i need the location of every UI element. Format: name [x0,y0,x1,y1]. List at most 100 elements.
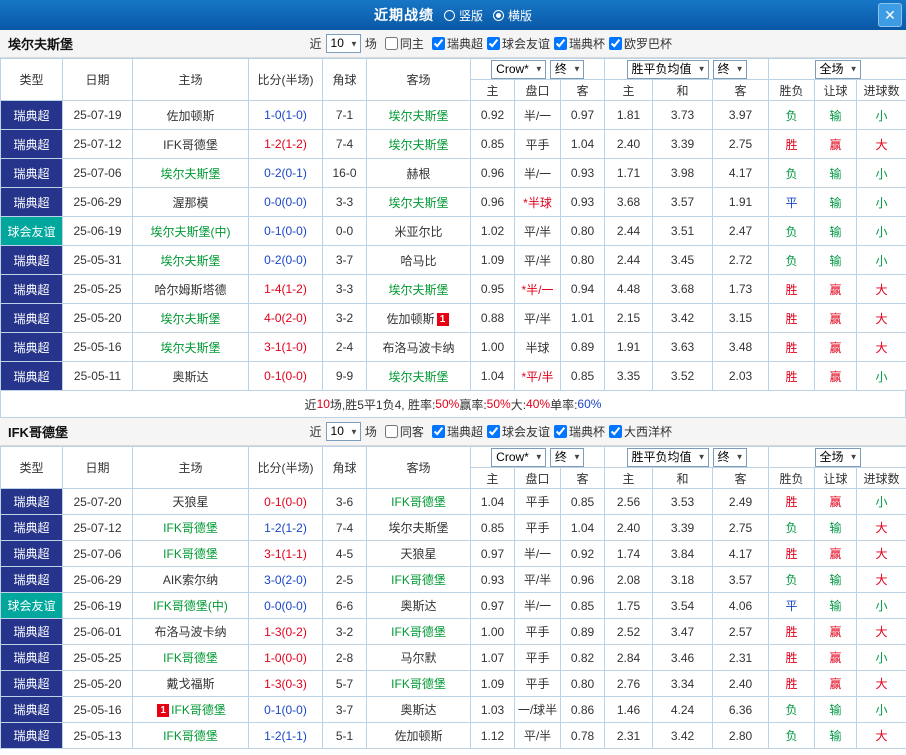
team-link[interactable]: 奥斯达 [400,703,436,717]
away-team[interactable]: IFK哥德堡 [366,488,471,515]
team-link[interactable]: 奥斯达 [400,599,436,613]
away-team[interactable]: 埃尔夫斯堡 [366,274,471,304]
avg-stage-select[interactable]: 终 [712,59,747,79]
recent-count-select[interactable]: 10 [325,34,361,53]
competition-checkbox-input[interactable] [553,424,567,438]
away-team[interactable]: 奥斯达 [366,592,471,619]
odds-stage-select[interactable]: 终 [549,59,584,79]
team-link[interactable]: IFK哥德堡 [163,521,218,535]
team-link[interactable]: 马尔默 [400,651,436,665]
home-team[interactable]: 埃尔夫斯堡 [132,303,249,333]
home-team[interactable]: 埃尔夫斯堡(中) [132,216,249,246]
layout-radio-horizontal[interactable]: 横版 [493,7,532,24]
team-link[interactable]: 佐加顿斯 [394,729,442,743]
competition-checkbox-input[interactable] [431,36,445,50]
competition-filter[interactable]: 瑞典杯 [553,35,605,52]
same-venue-checkbox-input[interactable] [384,37,398,50]
away-team[interactable]: IFK哥德堡 [366,670,471,697]
team-link[interactable]: 埃尔夫斯堡 [388,370,448,384]
team-link[interactable]: 布洛马波卡纳 [382,341,454,355]
team-link[interactable]: IFK哥德堡 [391,495,446,509]
home-team[interactable]: IFK哥德堡(中) [132,592,249,619]
competition-filter[interactable]: 大西洋杯 [608,423,672,440]
team-link[interactable]: IFK哥德堡 [163,651,218,665]
home-team[interactable]: 渥那模 [132,187,249,217]
team-link[interactable]: 埃尔夫斯堡(中) [151,225,231,239]
home-team[interactable]: AIK索尔纳 [132,566,249,593]
away-team[interactable]: 埃尔夫斯堡 [366,187,471,217]
same-venue-checkbox-input[interactable] [384,425,398,438]
away-team[interactable]: 佐加顿斯 1 [366,303,471,333]
competition-filter[interactable]: 球会友谊 [486,423,550,440]
avg-stage-select[interactable]: 终 [712,447,747,467]
competition-checkbox-input[interactable] [486,36,500,50]
team-link[interactable]: 米亚尔比 [394,225,442,239]
team-link[interactable]: IFK哥德堡 [163,729,218,743]
team-link[interactable]: 布洛马波卡纳 [154,625,226,639]
same-venue-checkbox[interactable]: 同主 [384,35,424,52]
competition-filter[interactable]: 欧罗巴杯 [608,35,672,52]
competition-filter[interactable]: 瑞典超 [431,423,483,440]
team-link[interactable]: 天狼星 [172,495,208,509]
home-team[interactable]: 埃尔夫斯堡 [132,245,249,275]
avg-odds-select[interactable]: 胜平负均值 [626,447,709,467]
team-link[interactable]: 赫根 [406,167,430,181]
away-team[interactable]: 埃尔夫斯堡 [366,129,471,159]
close-button[interactable]: ✕ [878,3,902,27]
competition-filter[interactable]: 瑞典杯 [553,423,605,440]
team-link[interactable]: 天狼星 [400,547,436,561]
team-link[interactable]: 埃尔夫斯堡 [160,254,220,268]
home-team[interactable]: IFK哥德堡 [132,540,249,567]
away-team[interactable]: 米亚尔比 [366,216,471,246]
competition-filter[interactable]: 瑞典超 [431,35,483,52]
home-team[interactable]: IFK哥德堡 [132,129,249,159]
team-link[interactable]: 佐加顿斯 [166,109,214,123]
team-link[interactable]: AIK索尔纳 [163,573,218,587]
home-team[interactable]: IFK哥德堡 [132,644,249,671]
away-team[interactable]: IFK哥德堡 [366,566,471,593]
team-link[interactable]: 戴戈福斯 [166,677,214,691]
away-team[interactable]: 赫根 [366,158,471,188]
team-link[interactable]: IFK哥德堡 [391,677,446,691]
recent-count-select[interactable]: 10 [325,422,361,441]
away-team[interactable]: 埃尔夫斯堡 [366,361,471,391]
team-link[interactable]: 埃尔夫斯堡 [160,341,220,355]
away-team[interactable]: 马尔默 [366,644,471,671]
home-team[interactable]: 奥斯达 [132,361,249,391]
home-team[interactable]: 1 IFK哥德堡 [132,696,249,723]
fulltime-select[interactable]: 全场 [814,59,861,79]
team-link[interactable]: IFK哥德堡 [391,573,446,587]
team-link[interactable]: IFK哥德堡 [163,138,218,152]
competition-checkbox-input[interactable] [608,36,622,50]
same-venue-checkbox[interactable]: 同客 [384,423,424,440]
competition-checkbox-input[interactable] [553,36,567,50]
away-team[interactable]: 哈马比 [366,245,471,275]
home-team[interactable]: 布洛马波卡纳 [132,618,249,645]
away-team[interactable]: 天狼星 [366,540,471,567]
team-link[interactable]: 埃尔夫斯堡 [160,312,220,326]
odds-stage-select[interactable]: 终 [549,447,584,467]
home-team[interactable]: IFK哥德堡 [132,722,249,749]
team-link[interactable]: IFK哥德堡 [171,703,226,717]
away-team[interactable]: IFK哥德堡 [366,618,471,645]
home-team[interactable]: 哈尔姆斯塔德 [132,274,249,304]
layout-radio-vertical[interactable]: 竖版 [443,7,483,24]
team-link[interactable]: 哈马比 [400,254,436,268]
away-team[interactable]: 布洛马波卡纳 [366,332,471,362]
away-team[interactable]: 埃尔夫斯堡 [366,100,471,130]
team-link[interactable]: 埃尔夫斯堡 [388,521,448,535]
fulltime-select[interactable]: 全场 [814,447,861,467]
avg-odds-select[interactable]: 胜平负均值 [626,59,709,79]
team-link[interactable]: 哈尔姆斯塔德 [154,283,226,297]
team-link[interactable]: 渥那模 [172,196,208,210]
team-link[interactable]: 埃尔夫斯堡 [388,196,448,210]
competition-checkbox-input[interactable] [431,424,445,438]
team-link[interactable]: 埃尔夫斯堡 [388,109,448,123]
team-link[interactable]: 埃尔夫斯堡 [388,138,448,152]
home-team[interactable]: 戴戈福斯 [132,670,249,697]
competition-checkbox-input[interactable] [608,424,622,438]
team-link[interactable]: 奥斯达 [172,370,208,384]
home-team[interactable]: 佐加顿斯 [132,100,249,130]
team-link[interactable]: 埃尔夫斯堡 [388,283,448,297]
away-team[interactable]: 埃尔夫斯堡 [366,514,471,541]
